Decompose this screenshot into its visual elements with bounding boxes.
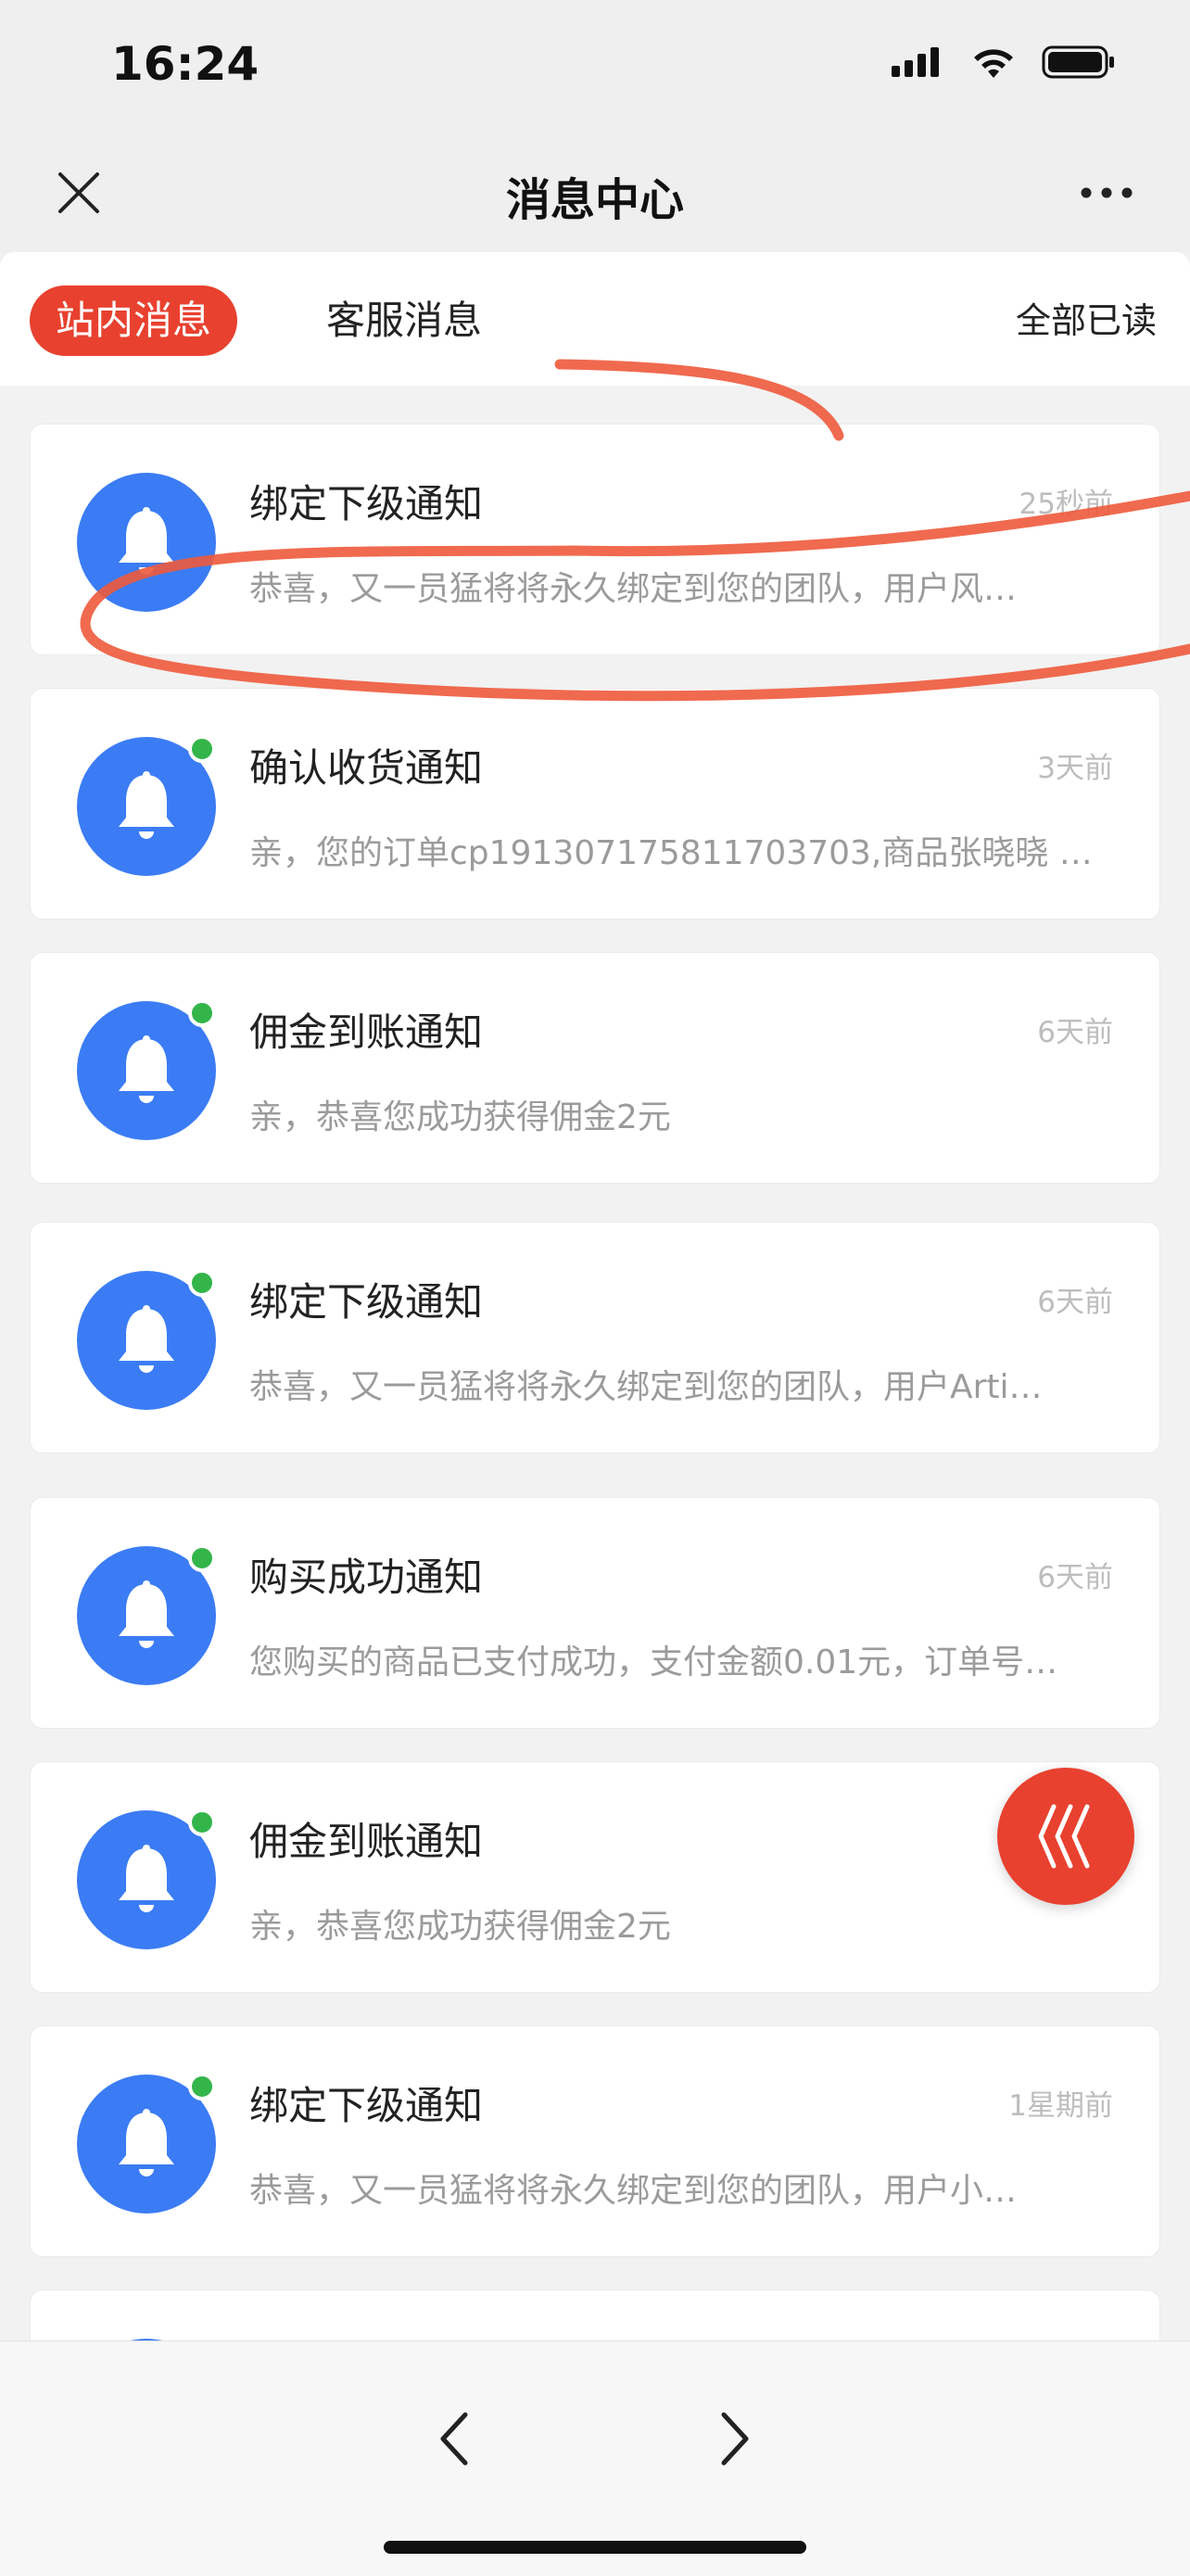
avatar [77,473,216,612]
unread-dot [188,1544,216,1572]
wifi-icon [974,49,1013,78]
more-icon [1081,187,1133,198]
message-body: 您购买的商品已支付成功，支付金额0.01元，订单号… [249,1643,1058,1681]
bell-icon [119,1845,174,1912]
list-item[interactable] [30,2290,1160,2341]
message-list: 绑定下级通知 25秒前 恭喜，又一员猛将将永久绑定到您的团队，用户风… 确认收货… [0,408,1190,2341]
floating-action-button[interactable] [997,1768,1134,1905]
unread-dot [188,735,216,763]
message-body: 亲，您的订单cp191307175811703703,商品张晓晓 … [249,834,1093,872]
bell-icon [119,507,174,575]
message-body: 亲，恭喜您成功获得佣金2元 [249,1908,671,1946]
message-title: 确认收货通知 [249,745,484,791]
message-time: 25秒前 [1019,488,1113,521]
nav-bar: 消息中心 [0,139,1190,252]
chevron-right-icon [721,2412,749,2466]
message-time: 6天前 [1037,1561,1113,1594]
bell-icon [119,2109,174,2176]
list-item[interactable]: 绑定下级通知 6天前 恭喜，又一员猛将将永久绑定到您的团队，用户Arti… [30,1222,1160,1453]
message-title: 佣金到账通知 [249,1009,484,1055]
unread-dot [188,2073,216,2100]
message-title: 佣金到账通知 [249,1819,484,1864]
page-title: 消息中心 [505,174,684,226]
message-time: 6天前 [1037,1016,1113,1049]
bell-icon [119,1305,174,1373]
list-item[interactable]: 佣金到账通知 亲，恭喜您成功获得佣金2元 [30,1761,1160,1993]
list-item[interactable]: 购买成功通知 6天前 您购买的商品已支付成功，支付金额0.01元，订单号… [30,1497,1160,1729]
message-body: 恭喜，又一员猛将将永久绑定到您的团队，用户Arti… [249,1368,1043,1406]
signal-icon [892,47,939,77]
status-time: 16:24 [111,37,260,91]
message-title: 购买成功通知 [249,1554,484,1600]
bell-icon [119,1035,174,1103]
mark-all-read-button[interactable]: 全部已读 [1016,286,1157,356]
bottom-toolbar [0,2341,1190,2576]
bell-icon [119,771,174,839]
more-button[interactable] [1070,165,1144,221]
list-item[interactable]: 绑定下级通知 1星期前 恭喜，又一员猛将将永久绑定到您的团队，用户小… [30,2025,1160,2257]
list-item[interactable]: 绑定下级通知 25秒前 恭喜，又一员猛将将永久绑定到您的团队，用户风… [30,424,1160,655]
list-item[interactable]: 佣金到账通知 6天前 亲，恭喜您成功获得佣金2元 [30,952,1160,1184]
message-title: 绑定下级通知 [249,2083,484,2128]
chevron-left-icon [440,2412,468,2466]
message-body: 恭喜，又一员猛将将永久绑定到您的团队，用户风… [249,570,1018,608]
message-title: 绑定下级通知 [249,1279,484,1325]
tab-site-messages[interactable]: 站内消息 [30,286,238,356]
status-icons [890,44,1116,80]
unread-dot [188,999,216,1027]
list-item[interactable]: 确认收货通知 3天前 亲，您的订单cp191307175811703703,商品… [30,688,1160,920]
battery-icon [1042,45,1114,79]
message-time: 6天前 [1037,1286,1113,1319]
unread-dot [188,1808,216,1836]
unread-dot [188,1269,216,1297]
bell-icon [119,1580,174,1648]
tabs-bar: 站内消息 客服消息 全部已读 [0,252,1190,386]
tab-service-messages[interactable]: 客服消息 [326,286,482,356]
message-title: 绑定下级通知 [249,481,484,527]
wave-lines-icon [1038,1804,1090,1869]
message-time: 3天前 [1037,752,1113,785]
status-bar: 16:24 [0,0,1190,139]
back-button[interactable] [422,2406,487,2471]
message-body: 亲，恭喜您成功获得佣金2元 [249,1098,671,1136]
message-time: 1星期前 [1008,2089,1113,2123]
message-body: 恭喜，又一员猛将将永久绑定到您的团队，用户小… [249,2172,1018,2210]
forward-button[interactable] [703,2406,767,2471]
home-indicator[interactable] [384,2541,806,2554]
